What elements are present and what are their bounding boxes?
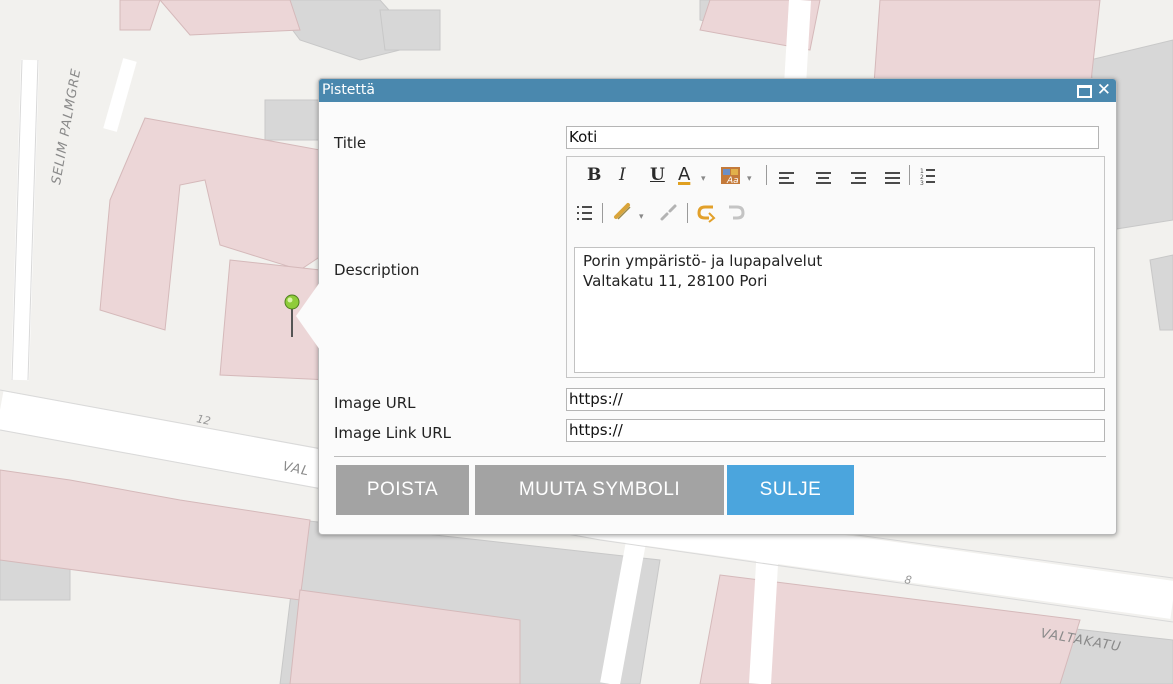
image-url-input[interactable]: https:// bbox=[566, 388, 1105, 411]
feature-popup: Pistettä ✕ Title Koti B I U A ▾ Aa ▾ 1 2… bbox=[296, 78, 1117, 535]
description-textarea[interactable]: Porin ympäristö- ja lupapalvelut Valtaka… bbox=[574, 247, 1095, 373]
font-color-dropdown-icon[interactable]: ▾ bbox=[701, 174, 706, 184]
numbered-list-icon[interactable]: 1 2 3 bbox=[920, 166, 936, 186]
underline-button[interactable]: U bbox=[650, 165, 665, 185]
align-right-icon[interactable] bbox=[851, 172, 866, 187]
insert-link-icon[interactable] bbox=[613, 202, 633, 222]
description-line: Porin ympäristö- ja lupapalvelut bbox=[583, 252, 823, 270]
delete-button[interactable]: POISTA bbox=[336, 465, 469, 515]
svg-text:3: 3 bbox=[920, 180, 924, 186]
title-label: Title bbox=[334, 134, 367, 152]
align-center-icon[interactable] bbox=[816, 172, 831, 187]
popup-titlebar: Pistettä ✕ bbox=[319, 79, 1116, 102]
button-divider bbox=[334, 456, 1106, 457]
svg-text:Aa: Aa bbox=[726, 176, 739, 186]
image-link-url-label: Image Link URL bbox=[334, 424, 451, 442]
font-color-button[interactable]: A bbox=[678, 164, 690, 185]
description-line: Valtakatu 11, 28100 Pori bbox=[583, 272, 768, 290]
unlink-icon[interactable] bbox=[659, 203, 679, 223]
highlight-color-icon[interactable]: Aa bbox=[720, 166, 742, 186]
change-symbol-button[interactable]: MUUTA SYMBOLI bbox=[475, 465, 724, 515]
italic-button[interactable]: I bbox=[619, 165, 626, 185]
close-icon[interactable]: ✕ bbox=[1097, 79, 1111, 102]
toolbar-separator bbox=[602, 203, 603, 223]
description-label: Description bbox=[334, 261, 420, 279]
description-editor: B I U A ▾ Aa ▾ 1 2 3 ▾ Porin ympäristö- … bbox=[566, 156, 1105, 378]
link-dropdown-icon[interactable]: ▾ bbox=[639, 212, 644, 222]
close-button[interactable]: SULJE bbox=[727, 465, 854, 515]
align-left-icon[interactable] bbox=[779, 172, 794, 187]
toolbar-separator bbox=[909, 165, 910, 185]
undo-icon[interactable] bbox=[695, 203, 717, 223]
align-justify-icon[interactable] bbox=[885, 172, 900, 187]
highlight-dropdown-icon[interactable]: ▾ bbox=[747, 174, 752, 184]
image-link-url-input[interactable]: https:// bbox=[566, 419, 1105, 442]
bold-button[interactable]: B bbox=[587, 165, 601, 185]
title-input[interactable]: Koti bbox=[566, 126, 1099, 149]
popup-title: Pistettä bbox=[322, 82, 375, 98]
maximize-icon[interactable] bbox=[1077, 79, 1092, 102]
popup-pointer bbox=[296, 282, 320, 350]
bulleted-list-icon[interactable] bbox=[577, 204, 593, 222]
toolbar-separator bbox=[687, 203, 688, 223]
redo-icon[interactable] bbox=[725, 203, 747, 223]
image-url-label: Image URL bbox=[334, 394, 416, 412]
toolbar-separator bbox=[766, 165, 767, 185]
